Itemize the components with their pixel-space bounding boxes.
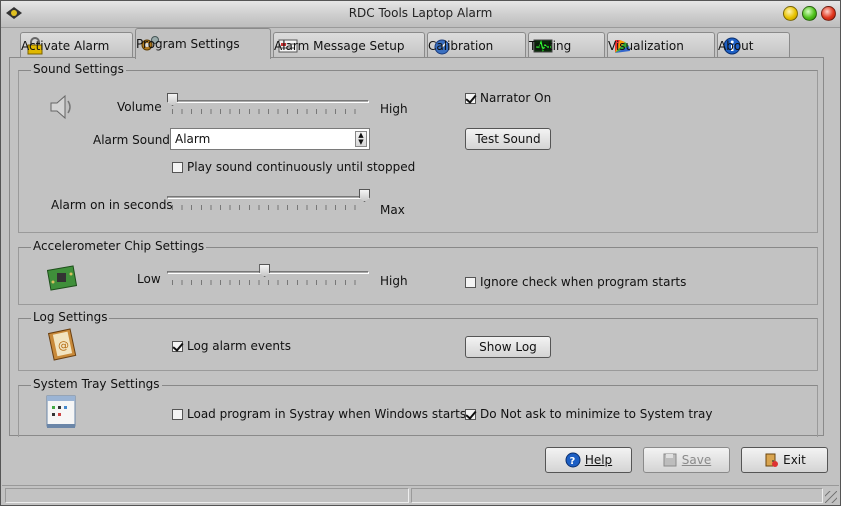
exit-door-icon	[765, 453, 779, 467]
alarm-on-slider-thumb[interactable]	[359, 189, 370, 202]
tab-visualization[interactable]: Visualization	[607, 32, 715, 58]
tab-label: Alarm Message Setup	[274, 38, 405, 53]
spinner-arrows-icon[interactable]: ▲ ▼	[355, 131, 367, 147]
tab-label: Calibration	[428, 38, 494, 53]
log-events-label: Log alarm events	[187, 339, 291, 353]
alarm-sound-value: Alarm	[175, 132, 211, 146]
title-bar[interactable]: RDC Tools Laptop Alarm	[1, 1, 840, 28]
volume-high-label: High	[380, 102, 408, 116]
tab-label: Testing	[529, 38, 572, 53]
svg-text:@: @	[58, 339, 69, 352]
circuit-chip-icon	[47, 265, 77, 291]
tab-program-settings[interactable]: Program Settings	[135, 28, 271, 59]
help-label: Help	[584, 453, 613, 467]
accelerometer-group: Accelerometer Chip Settings Low High Ign…	[18, 239, 818, 305]
volume-slider-thumb[interactable]	[167, 93, 178, 106]
load-systray-label: Load program in Systray when Windows sta…	[187, 407, 467, 421]
alarm-on-slider[interactable]	[167, 189, 370, 213]
program-settings-panel: Sound Settings Volume High Alarm Sound A…	[9, 57, 824, 437]
tab-label: About	[718, 38, 754, 53]
status-cell-left	[5, 488, 409, 503]
exit-label: Exit	[783, 453, 806, 467]
save-label: Save	[681, 453, 712, 467]
load-systray-checkbox[interactable]: Load program in Systray when Windows sta…	[172, 407, 466, 421]
ignore-check-label: Ignore check when program starts	[480, 275, 687, 289]
tab-about[interactable]: About	[717, 32, 790, 58]
alarm-sound-select[interactable]: Alarm ▲ ▼	[170, 128, 370, 150]
status-bar	[2, 485, 839, 505]
tray-window-icon	[46, 395, 76, 428]
volume-label: Volume	[117, 100, 162, 114]
tab-testing[interactable]: Testing	[528, 32, 605, 58]
narrator-label: Narrator On	[480, 91, 552, 105]
log-settings-group: Log Settings @ Log alarm events Show Log	[18, 310, 818, 371]
play-continuous-checkbox[interactable]: Play sound continuously until stopped	[172, 160, 415, 174]
sound-settings-group: Sound Settings Volume High Alarm Sound A…	[18, 62, 818, 233]
test-sound-button[interactable]: Test Sound	[465, 128, 551, 150]
tab-label: Visualization	[608, 38, 684, 53]
show-log-button[interactable]: Show Log	[465, 336, 551, 358]
tab-alarm-message-setup[interactable]: Alarm Message Setup	[273, 32, 425, 58]
tab-activate-alarm[interactable]: Activate Alarm	[20, 32, 133, 58]
tab-label: Program Settings	[136, 37, 240, 51]
close-button[interactable]	[821, 6, 836, 21]
sensitivity-slider[interactable]	[167, 264, 369, 288]
group-title: Log Settings	[31, 310, 110, 324]
svg-text:?: ?	[569, 456, 575, 467]
resize-grip[interactable]	[825, 491, 837, 503]
window-title: RDC Tools Laptop Alarm	[348, 6, 493, 20]
minimize-button[interactable]	[783, 6, 798, 21]
alarm-sound-label: Alarm Sound	[93, 133, 170, 147]
tab-calibration[interactable]: Calibration	[427, 32, 526, 58]
floppy-disk-icon	[663, 453, 677, 467]
group-title: Sound Settings	[31, 62, 126, 76]
help-button[interactable]: ? Help	[545, 447, 632, 473]
maximize-button[interactable]	[802, 6, 817, 21]
sensitivity-slider-thumb[interactable]	[259, 264, 271, 277]
group-title: Accelerometer Chip Settings	[31, 239, 207, 253]
sensitivity-high-label: High	[380, 274, 408, 288]
narrator-checkbox[interactable]: Narrator On	[465, 91, 551, 105]
sensitivity-low-label: Low	[137, 272, 161, 286]
alarm-on-label: Alarm on in seconds	[51, 198, 173, 212]
log-events-checkbox[interactable]: Log alarm events	[172, 339, 291, 353]
help-icon: ?	[565, 452, 581, 468]
address-book-icon: @	[47, 328, 77, 361]
exit-button[interactable]: Exit	[741, 447, 828, 473]
tab-label: Activate Alarm	[21, 38, 110, 53]
save-button[interactable]: Save	[643, 447, 730, 473]
ignore-check-checkbox[interactable]: Ignore check when program starts	[465, 275, 686, 289]
volume-slider[interactable]	[167, 93, 369, 117]
system-tray-group: System Tray Settings Load program in Sys…	[18, 377, 818, 437]
status-cell-right	[411, 488, 823, 503]
no-ask-minimize-checkbox[interactable]: Do Not ask to minimize to System tray	[465, 407, 712, 421]
group-title: System Tray Settings	[31, 377, 162, 391]
alarm-on-max-label: Max	[380, 203, 405, 217]
app-window: RDC Tools Laptop Alarm Activate Alarm Pr…	[0, 0, 841, 506]
play-continuous-label: Play sound continuously until stopped	[187, 160, 416, 174]
speaker-icon	[50, 94, 71, 120]
no-ask-minimize-label: Do Not ask to minimize to System tray	[480, 407, 713, 421]
